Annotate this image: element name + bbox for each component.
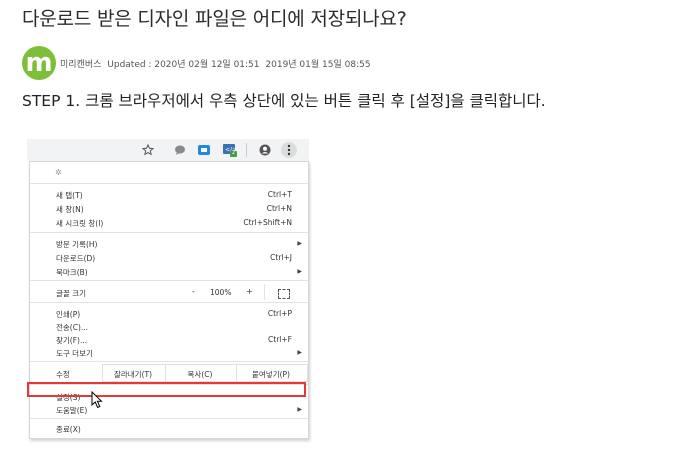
submenu-arrow-icon: ▶ <box>297 406 302 413</box>
zoom-value: 100% <box>210 288 232 297</box>
submenu-arrow-icon: ▶ <box>297 240 302 247</box>
mouse-cursor-icon <box>91 390 105 413</box>
menu-divider <box>30 361 308 362</box>
menu-item-find[interactable]: 찾기(F)... <box>56 335 87 346</box>
extension-badge: 2 <box>232 150 236 156</box>
toolbar-divider <box>246 143 247 157</box>
extension-icon[interactable] <box>197 143 211 157</box>
shortcut-new-window: Ctrl+N <box>266 204 292 213</box>
menu-item-print[interactable]: 인쇄(P) <box>56 309 80 320</box>
menu-item-help[interactable]: 도움말(E) <box>56 405 87 416</box>
author-row: m 미리캔버스 Updated : 2020년 02월 12일 01:51 20… <box>22 45 374 81</box>
chrome-toolbar: </> 2 <box>27 139 309 161</box>
menu-divider <box>30 302 308 303</box>
menu-divider <box>30 183 308 184</box>
shortcut-downloads: Ctrl+J <box>270 253 292 262</box>
code-extension-icon[interactable]: </> 2 <box>223 143 237 157</box>
cut-label: 잘라내기(T) <box>113 370 153 379</box>
paste-label: 붙여넣기(P) <box>252 370 290 379</box>
account-icon[interactable] <box>258 143 272 157</box>
shortcut-new-tab: Ctrl+T <box>267 190 292 199</box>
author-name: 미리캔버스 <box>60 59 102 70</box>
chrome-main-menu: ✲ 새 탭(T) Ctrl+T 새 창(N) Ctrl+N 새 시크릿 창(I)… <box>29 161 309 439</box>
shortcut-find: Ctrl+F <box>268 335 292 344</box>
shortcut-new-incognito: Ctrl+Shift+N <box>243 218 292 227</box>
zoom-divider <box>264 284 265 300</box>
menu-item-zoom: 글꼴 크기 <box>56 289 86 298</box>
menu-divider <box>30 232 308 233</box>
fullscreen-icon[interactable] <box>278 289 290 299</box>
menu-item-cast[interactable]: 전송(C)... <box>56 322 88 333</box>
chrome-screenshot: </> 2 ✲ 새 탭(T) Ctrl+T 새 창(N) Ctrl+N 새 시크… <box>27 139 309 439</box>
created-date: 2019년 01월 15일 08:55 <box>265 59 371 70</box>
menu-item-exit[interactable]: 종료(X) <box>56 424 81 435</box>
menu-divider <box>30 418 308 419</box>
menu-item-downloads[interactable]: 다운로드(D) <box>56 253 95 264</box>
menu-item-new-tab[interactable]: 새 탭(T) <box>56 190 83 201</box>
menu-divider <box>30 280 308 281</box>
menu-item-new-window[interactable]: 새 창(N) <box>56 204 84 215</box>
menu-item-edit: 수정 <box>56 370 70 379</box>
avatar: m <box>22 46 56 80</box>
page-title: 다운로드 받은 디자인 파일은 어디에 저장되나요? <box>22 8 407 30</box>
menu-item-history[interactable]: 방문 기록(H) <box>56 239 97 250</box>
submenu-arrow-icon: ▶ <box>297 268 302 275</box>
post-meta: 미리캔버스 Updated : 2020년 02월 12일 01:51 2019… <box>60 57 374 70</box>
shortcut-print: Ctrl+P <box>267 309 292 318</box>
zoom-in-button[interactable]: + <box>246 287 253 296</box>
copy-label: 복사(C) <box>187 370 213 379</box>
zoom-out-button[interactable]: - <box>192 287 195 296</box>
chat-icon[interactable] <box>173 143 187 157</box>
star-icon[interactable] <box>141 143 155 157</box>
step-1-text: STEP 1. 크롬 브라우저에서 우측 상단에 있는 버튼 클릭 후 [설정]… <box>22 92 546 110</box>
menu-item-new-incognito[interactable]: 새 시크릿 창(I) <box>56 218 103 229</box>
submenu-arrow-icon: ▶ <box>297 349 302 356</box>
menu-item-more-tools[interactable]: 도구 더보기 <box>56 348 93 359</box>
puzzle-icon: ✲ <box>55 168 62 177</box>
settings-highlight-box <box>27 382 306 397</box>
more-menu-icon[interactable] <box>281 142 297 158</box>
updated-date: Updated : 2020년 02월 12일 01:51 <box>107 59 260 70</box>
menu-item-bookmarks[interactable]: 북마크(B) <box>56 267 88 278</box>
